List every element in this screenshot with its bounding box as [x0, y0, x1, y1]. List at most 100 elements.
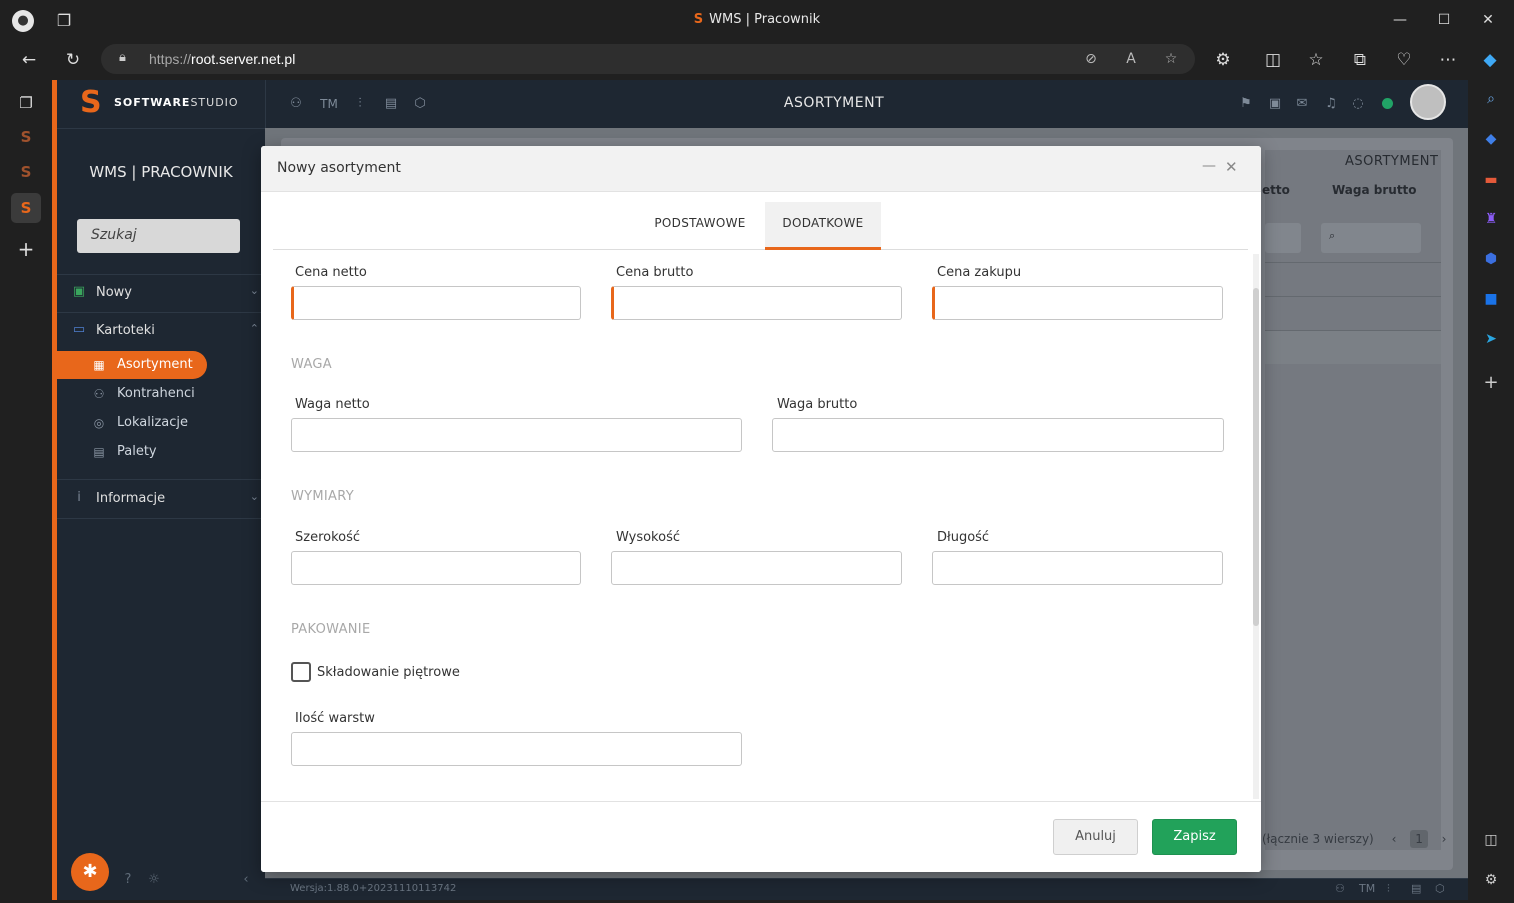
chevron-down-icon: ⌄	[249, 490, 259, 503]
ilosc-warstw-label: Ilość warstw	[295, 711, 375, 726]
collections-icon[interactable]: ⧉	[1349, 49, 1371, 71]
cena-netto-input[interactable]	[291, 286, 581, 320]
menu-item-nowy[interactable]: ▣ Nowy ⌄	[57, 278, 265, 308]
sidebar-divider	[57, 128, 265, 129]
szerokosc-label: Szerokość	[295, 530, 361, 545]
app-footer: Wersja:1.88.0+20231110113742 ⚇ TM ⫶ ▤ ⬡	[265, 878, 1468, 900]
skladowanie-label[interactable]: Składowanie piętrowe	[317, 665, 460, 680]
new-tab-icon[interactable]: +	[11, 234, 41, 264]
lock-icon: 🔒︎	[119, 50, 126, 65]
logo-mark-icon: S	[80, 85, 102, 120]
menu-item-label: Kartoteki	[96, 323, 155, 338]
cancel-button[interactable]: Anuluj	[1053, 819, 1138, 855]
save-button[interactable]: Zapisz	[1152, 819, 1237, 855]
szerokosc-input[interactable]	[291, 551, 581, 585]
pallet-icon: ▤	[93, 445, 105, 459]
form-scrollbar[interactable]	[1253, 254, 1259, 799]
scrollbar-thumb[interactable]	[1253, 288, 1259, 626]
footer-warehouse-icon: ▤	[1411, 882, 1422, 895]
active-tab-favicon-icon[interactable]: S	[11, 193, 41, 223]
favorites-icon[interactable]: ☆	[1305, 49, 1327, 71]
add-favorite-icon[interactable]: ☆	[1161, 49, 1181, 69]
chat-icon[interactable]: ◌	[1348, 94, 1368, 114]
games-icon[interactable]: ♜	[1480, 208, 1502, 230]
cena-netto-label: Cena netto	[295, 265, 367, 280]
cena-brutto-label: Cena brutto	[616, 265, 694, 280]
outlook-icon[interactable]: ■	[1480, 288, 1502, 310]
settings-icon[interactable]: ⚙	[1480, 869, 1502, 891]
modal-header: Nowy asortyment — ✕	[261, 146, 1261, 192]
debug-icon[interactable]: ☼	[145, 871, 163, 889]
dlugosc-label: Długość	[937, 530, 990, 545]
add-document-icon: ▣	[72, 284, 86, 299]
browser-essentials-icon[interactable]: ♡	[1393, 49, 1415, 71]
url-host: root.server.net.pl	[191, 51, 296, 67]
submenu-item-asortyment[interactable]: ▦ Asortyment	[57, 351, 207, 379]
refresh-icon[interactable]: ↻	[62, 49, 84, 71]
footer-hexagon-icon: ⬡	[1435, 882, 1445, 895]
wysokosc-input[interactable]	[611, 551, 902, 585]
split-screen-icon[interactable]: ◫	[1262, 49, 1284, 71]
menu-item-label: Nowy	[96, 285, 133, 300]
address-bar[interactable]: 🔒︎ https://root.server.net.pl ⊘ A ☆	[101, 44, 1195, 74]
shopping-icon[interactable]: ◆	[1480, 128, 1502, 150]
footer-hierarchy-icon: ⫶	[1387, 882, 1390, 895]
page-title: ASORTYMENT	[783, 95, 885, 111]
tab-podstawowe[interactable]: PODSTAWOWE	[645, 202, 755, 250]
site-favicon-icon: S	[693, 12, 704, 27]
flag-icon[interactable]: ⚑	[1236, 94, 1256, 114]
ilosc-warstw-input[interactable]	[291, 732, 742, 766]
tab-favicon-icon[interactable]: S	[11, 122, 41, 152]
extensions-icon[interactable]: ⚙	[1212, 49, 1234, 71]
collapse-sidebar-icon[interactable]: ‹	[237, 871, 255, 889]
submenu-item-lokalizacje[interactable]: ◎ Lokalizacje	[57, 409, 207, 437]
menu-item-kartoteki[interactable]: ▭ Kartoteki ⌃	[57, 316, 265, 346]
help-icon[interactable]: ?	[119, 871, 137, 889]
tracking-icon[interactable]: ⊘	[1081, 49, 1101, 69]
mail-icon[interactable]: ✉	[1292, 94, 1312, 114]
tab-actions-icon[interactable]: ❐	[11, 88, 41, 118]
hide-sidebar-icon[interactable]: ◫	[1480, 829, 1502, 851]
telegram-icon[interactable]: ➤	[1480, 328, 1502, 350]
chevron-down-icon: ⌄	[249, 284, 259, 297]
minimize-button[interactable]: —	[1380, 8, 1420, 32]
avatar[interactable]	[1410, 84, 1446, 120]
back-icon[interactable]: ←	[18, 49, 40, 71]
submenu-label: Kontrahenci	[117, 386, 195, 401]
add-sidebar-app-icon[interactable]: +	[1480, 372, 1502, 394]
tools-icon[interactable]: ▬	[1480, 169, 1502, 191]
id-card-icon[interactable]: ▣	[1265, 94, 1285, 114]
waga-brutto-input[interactable]	[772, 418, 1224, 452]
waga-netto-input[interactable]	[291, 418, 742, 452]
close-modal-icon[interactable]: ✕	[1225, 158, 1238, 176]
copilot-icon[interactable]: ◆	[1479, 49, 1501, 71]
copilot-app-icon[interactable]: ⬢	[1480, 248, 1502, 270]
tab-dodatkowe[interactable]: DODATKOWE	[765, 202, 881, 250]
minimize-modal-icon[interactable]: —	[1202, 158, 1216, 174]
modal-form: Cena netto Cena brutto Cena zakupu WAGA …	[261, 251, 1253, 801]
dlugosc-input[interactable]	[932, 551, 1223, 585]
people-icon: ⚇	[93, 387, 105, 401]
sidebar-search-input[interactable]: Szukaj	[77, 219, 240, 253]
menu-item-informacje[interactable]: i Informacje ⌄	[57, 484, 265, 514]
close-window-button[interactable]: ✕	[1468, 8, 1508, 32]
bell-icon[interactable]: ♫	[1321, 94, 1341, 114]
cena-zakupu-input[interactable]	[932, 286, 1223, 320]
tab-favicon-icon[interactable]: S	[11, 157, 41, 187]
search-icon[interactable]: ⌕	[1480, 88, 1502, 110]
url-text[interactable]: https://root.server.net.pl	[149, 51, 295, 67]
app-topbar: ⚇ TM ⫶ ▤ ⬡ ASORTYMENT ⚑ ▣ ✉ ♫ ◌	[265, 80, 1468, 128]
maximize-button[interactable]: ☐	[1424, 8, 1464, 32]
cena-brutto-input[interactable]	[611, 286, 902, 320]
section-pakowanie: PAKOWANIE	[291, 622, 371, 637]
menu-item-label: Informacje	[96, 491, 166, 506]
skladowanie-checkbox[interactable]	[291, 662, 311, 682]
submenu-item-palety[interactable]: ▤ Palety	[57, 438, 207, 466]
read-aloud-icon[interactable]: A	[1121, 49, 1141, 69]
browser-window: ● ❐ S WMS | Pracownik — ☐ ✕ ← ↻ ⚙ ◫ ☆ ⧉ ♡…	[0, 0, 1514, 903]
submenu-item-kontrahenci[interactable]: ⚇ Kontrahenci	[57, 380, 207, 408]
more-menu-icon[interactable]: ⋯	[1437, 49, 1459, 71]
waga-brutto-label: Waga brutto	[777, 397, 858, 412]
new-item-modal: Nowy asortyment — ✕ PODSTAWOWE DODATKOWE…	[261, 146, 1261, 872]
bug-report-button[interactable]: ✱	[71, 853, 109, 891]
